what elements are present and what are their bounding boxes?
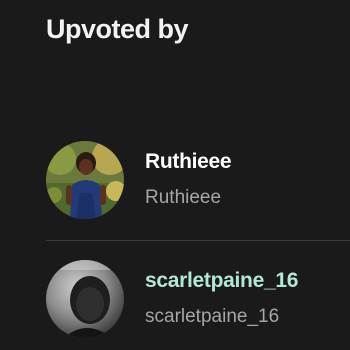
voter-display-name[interactable]: Ruthieee <box>145 150 232 174</box>
avatar[interactable] <box>46 260 124 338</box>
avatar[interactable] <box>46 141 124 219</box>
voter-display-name[interactable]: scarletpaine_16 <box>145 269 298 293</box>
avatar-photo <box>46 260 124 338</box>
divider <box>46 240 350 241</box>
avatar-photo <box>46 141 124 219</box>
voter-username: Ruthieee <box>145 187 222 208</box>
page-title: Upvoted by <box>46 14 189 44</box>
voter-username: scarletpaine_16 <box>145 306 280 327</box>
